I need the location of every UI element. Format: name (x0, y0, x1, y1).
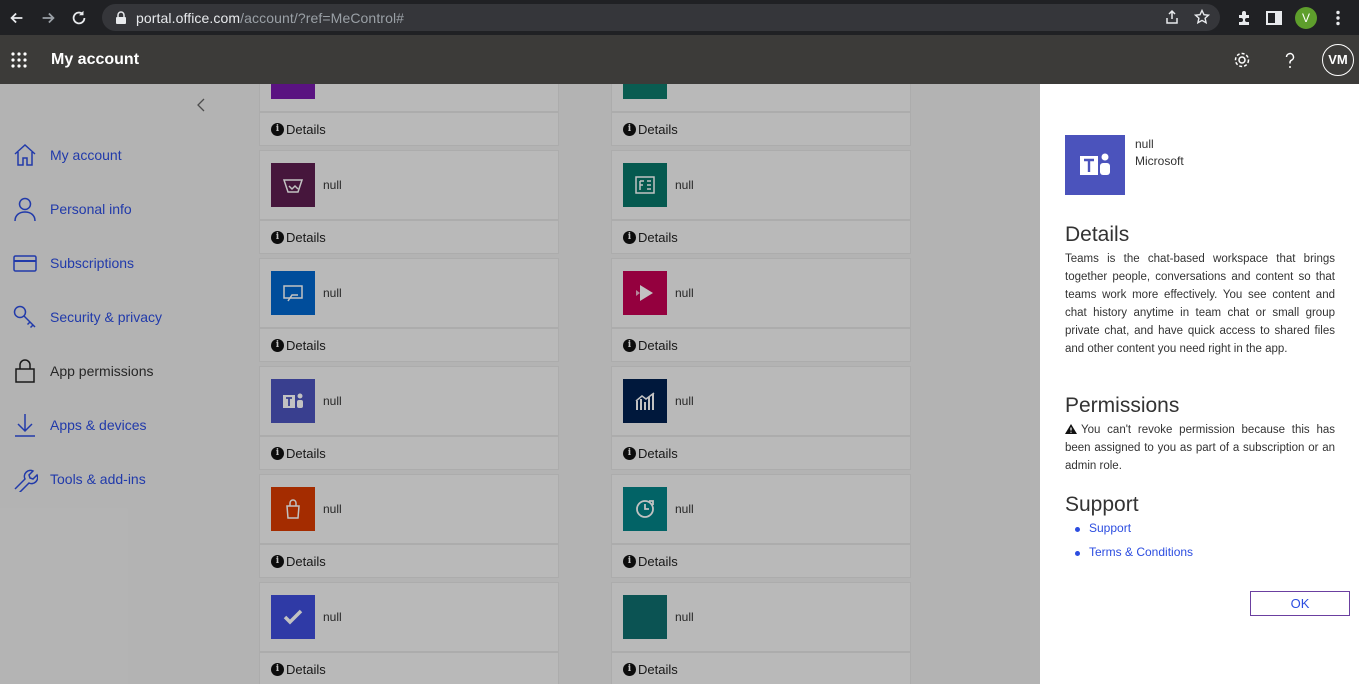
help-button[interactable] (1266, 35, 1314, 84)
support-links: Support Terms & Conditions (1074, 521, 1193, 569)
more-vertical-icon[interactable] (1329, 9, 1347, 27)
panel-app-icon (1065, 135, 1125, 195)
side-panel-icon[interactable] (1265, 9, 1283, 27)
warning-icon (1065, 424, 1077, 434)
app-launcher-button[interactable] (0, 35, 38, 84)
user-avatar[interactable]: VM (1322, 43, 1354, 76)
app-details-panel: null Microsoft Details Teams is the chat… (1040, 84, 1359, 684)
permissions-heading: Permissions (1065, 394, 1180, 417)
reload-button[interactable] (65, 4, 93, 32)
question-icon (1285, 52, 1295, 68)
settings-button[interactable] (1218, 35, 1266, 84)
browser-toolbar: portal.office.com/account/?ref=MeControl… (0, 0, 1359, 35)
support-heading: Support (1065, 493, 1139, 516)
ok-button[interactable]: OK (1250, 591, 1350, 616)
lock-icon (116, 10, 126, 24)
terms-link[interactable]: Terms & Conditions (1074, 545, 1193, 569)
share-icon[interactable] (1164, 9, 1180, 25)
arrow-left-icon (10, 12, 23, 23)
address-bar[interactable]: portal.office.com/account/?ref=MeControl… (102, 4, 1220, 31)
gear-icon (1234, 52, 1250, 67)
waffle-icon (11, 51, 27, 68)
app-header: My account VM (0, 35, 1359, 84)
panel-publisher: Microsoft (1135, 154, 1184, 168)
back-button[interactable] (3, 4, 31, 32)
browser-profile-avatar[interactable]: V (1295, 6, 1317, 29)
panel-app-name: null (1135, 137, 1154, 151)
arrow-right-icon (42, 12, 55, 23)
star-icon[interactable] (1194, 9, 1210, 25)
forward-button[interactable] (34, 4, 62, 32)
reload-icon (72, 10, 86, 24)
modal-overlay[interactable] (0, 84, 1040, 684)
url-text: portal.office.com/account/?ref=MeControl… (136, 9, 405, 26)
extensions-icon[interactable] (1235, 9, 1253, 27)
support-link[interactable]: Support (1074, 521, 1193, 545)
details-heading: Details (1065, 223, 1130, 246)
teams-icon (1080, 153, 1110, 175)
details-text: Teams is the chat-based workspace that b… (1065, 253, 1335, 355)
page-title: My account (51, 50, 140, 68)
permissions-text: You can't revoke permission because this… (1065, 424, 1335, 472)
